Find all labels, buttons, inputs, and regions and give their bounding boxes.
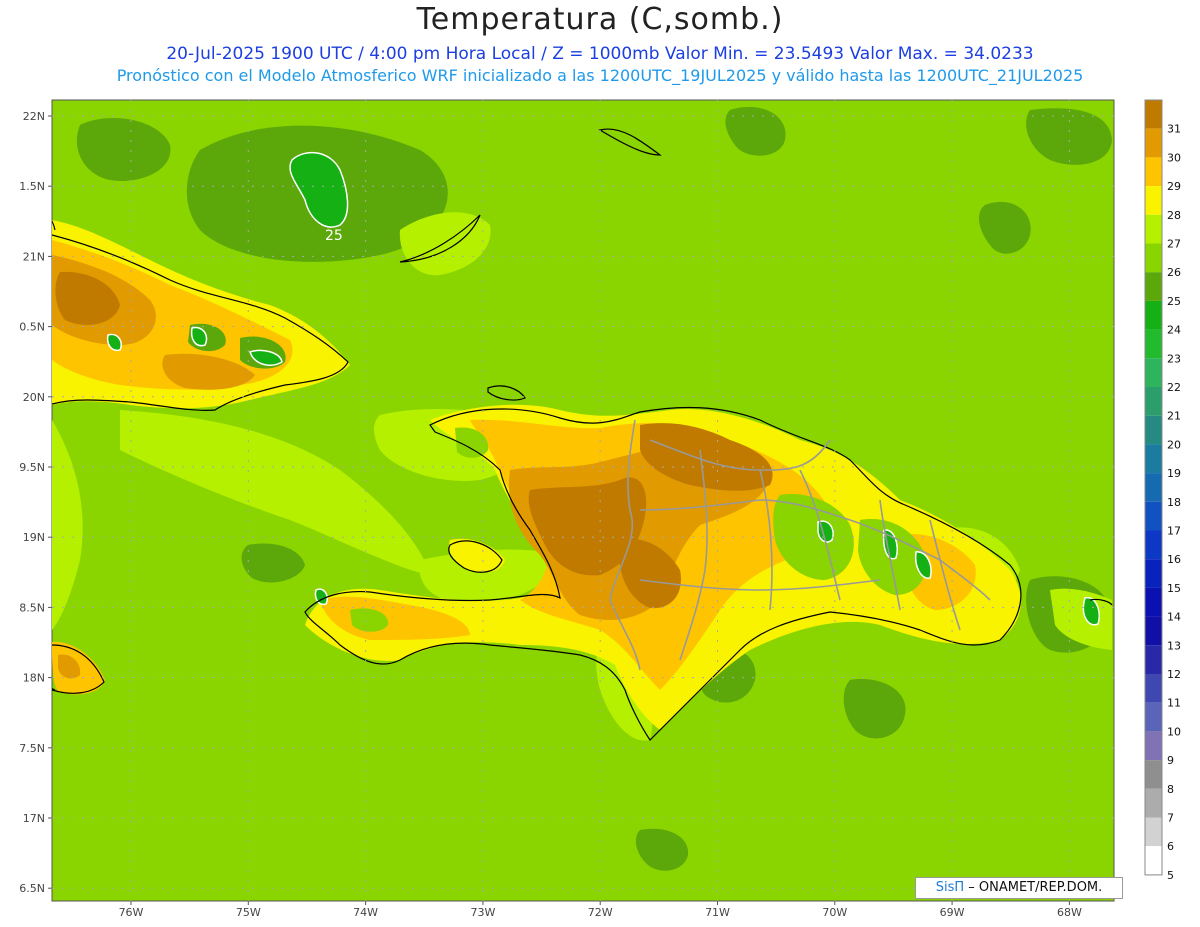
colorbar-swatch bbox=[1145, 731, 1162, 761]
colorbar-label: 6 bbox=[1167, 840, 1174, 853]
colorbar-label: 8 bbox=[1167, 783, 1174, 796]
temperature-map: 25 22N 1.5N 21N 0.5N 20N 9.5N 19N 8.5N 18N 7.5N 17… bbox=[19, 99, 1181, 919]
colorbar-label: 26 bbox=[1167, 266, 1181, 279]
colorbar-label: 17 bbox=[1167, 525, 1181, 538]
colorbar-label: 16 bbox=[1167, 553, 1181, 566]
credit-org: – ONAMET/REP.DOM. bbox=[964, 880, 1103, 895]
lat-tick-label: 22N bbox=[23, 110, 45, 123]
colorbar-label: 21 bbox=[1167, 410, 1181, 423]
colorbar-label: 10 bbox=[1167, 725, 1181, 738]
colorbar-swatch bbox=[1145, 157, 1162, 187]
colorbar-label: 5 bbox=[1167, 869, 1174, 882]
colorbar-swatch bbox=[1145, 616, 1162, 646]
sispi-logo-text: SisΠ bbox=[935, 880, 965, 895]
colorbar-swatch bbox=[1145, 674, 1162, 703]
colorbar-swatch bbox=[1145, 214, 1162, 244]
colorbar-swatch bbox=[1145, 645, 1162, 674]
colorbar-swatch bbox=[1145, 473, 1162, 502]
colorbar-label: 25 bbox=[1167, 295, 1181, 308]
colorbar-label: 12 bbox=[1167, 668, 1181, 681]
lat-tick-label: 7.5N bbox=[19, 742, 45, 755]
colorbar-swatch bbox=[1145, 587, 1162, 617]
colorbar-label: 23 bbox=[1167, 352, 1181, 365]
colorbar-label: 15 bbox=[1167, 582, 1181, 595]
colorbar-swatch bbox=[1145, 702, 1162, 732]
lon-tick-label: 74W bbox=[353, 906, 378, 919]
colorbar-swatch bbox=[1145, 243, 1162, 273]
coastline-cuba-west bbox=[52, 219, 56, 231]
lat-tick-label: 9.5N bbox=[19, 461, 45, 474]
colorbar-swatch bbox=[1145, 300, 1162, 330]
lat-tick-label: 21N bbox=[23, 250, 45, 263]
colorbar-swatch bbox=[1145, 530, 1162, 560]
lon-tick-label: 76W bbox=[119, 906, 144, 919]
colorbar-swatch bbox=[1145, 272, 1162, 301]
colorbar-swatch bbox=[1145, 788, 1162, 818]
colorbar-label: 29 bbox=[1167, 180, 1181, 193]
lat-tick-label: 1.5N bbox=[19, 180, 45, 193]
colorbar-label: 20 bbox=[1167, 438, 1181, 451]
lon-tick-label: 68W bbox=[1057, 906, 1082, 919]
lon-tick-label: 71W bbox=[705, 906, 730, 919]
lon-tick-label: 72W bbox=[588, 906, 613, 919]
colorbar-label: 31 bbox=[1167, 123, 1181, 136]
colorbar-label: 22 bbox=[1167, 381, 1181, 394]
lat-tick-label: 20N bbox=[23, 391, 45, 404]
colorbar-swatch bbox=[1145, 559, 1162, 588]
colorbar-swatch bbox=[1145, 846, 1162, 875]
colorbar-label: 18 bbox=[1167, 496, 1181, 509]
lon-tick-label: 70W bbox=[822, 906, 847, 919]
colorbar-label: 9 bbox=[1167, 754, 1174, 767]
colorbar-label: 13 bbox=[1167, 639, 1181, 652]
colorbar-label: 28 bbox=[1167, 209, 1181, 222]
colorbar-label: 27 bbox=[1167, 238, 1181, 251]
colorbar-swatch bbox=[1145, 760, 1162, 789]
longitude-axis: 76W 75W 74W 73W 72W 71W 70W 69W 68W bbox=[119, 901, 1082, 919]
colorbar-swatch bbox=[1145, 329, 1162, 359]
lat-tick-label: 18N bbox=[23, 672, 45, 685]
colorbar-swatch bbox=[1145, 444, 1162, 474]
lon-tick-label: 75W bbox=[236, 906, 261, 919]
colorbar-swatch bbox=[1145, 817, 1162, 847]
colorbar-label: 30 bbox=[1167, 151, 1181, 164]
lat-tick-label: 19N bbox=[23, 531, 45, 544]
colorbar-label: 7 bbox=[1167, 812, 1174, 825]
colorbar-swatch bbox=[1145, 100, 1162, 129]
lon-tick-label: 73W bbox=[470, 906, 495, 919]
latitude-axis: 22N 1.5N 21N 0.5N 20N 9.5N 19N 8.5N 18N 7.5N 17N 6.… bbox=[19, 110, 52, 895]
colorbar-swatch bbox=[1145, 358, 1162, 387]
colorbar-label: 11 bbox=[1167, 697, 1181, 710]
contour-label-25: 25 bbox=[325, 228, 343, 244]
temperature-colorbar: 31 30 29 28 27 26 25 24 23 22 21 20 19 18 17 16 15 14 13 12… bbox=[1144, 99, 1181, 882]
colorbar-label: 19 bbox=[1167, 467, 1181, 480]
lon-tick-label: 69W bbox=[940, 906, 965, 919]
colorbar-swatch bbox=[1145, 186, 1162, 215]
colorbar-label: 24 bbox=[1167, 324, 1181, 337]
lat-tick-label: 6.5N bbox=[19, 882, 45, 895]
credit-box: SisΠ – ONAMET/REP.DOM. bbox=[915, 877, 1123, 899]
colorbar-swatch bbox=[1145, 501, 1162, 531]
lat-tick-label: 8.5N bbox=[19, 601, 45, 614]
colorbar-swatch bbox=[1145, 415, 1162, 445]
lat-tick-label: 17N bbox=[23, 812, 45, 825]
lat-tick-label: 0.5N bbox=[19, 321, 45, 334]
colorbar-label: 14 bbox=[1167, 611, 1181, 624]
colorbar-swatch bbox=[1145, 128, 1162, 158]
colorbar-swatch bbox=[1145, 387, 1162, 416]
